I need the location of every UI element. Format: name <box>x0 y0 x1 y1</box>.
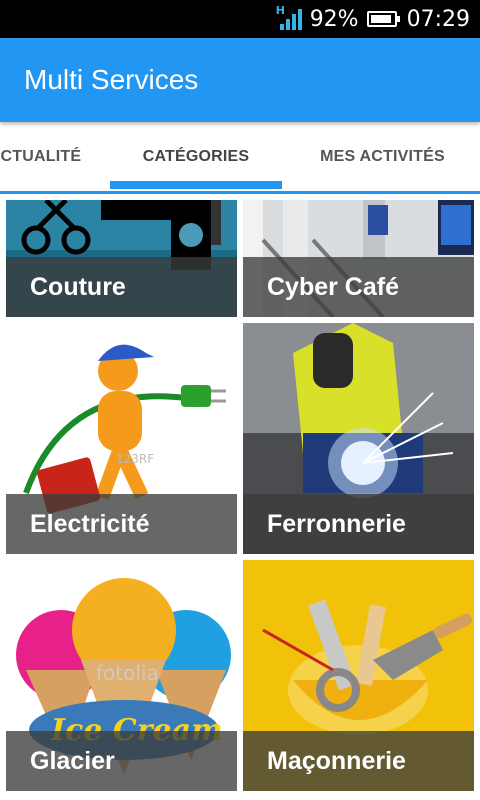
tab-mes-activites[interactable]: MES ACTIVITÉS <box>285 122 480 191</box>
glacier-watermark: fotolia <box>96 661 159 685</box>
category-label: Maçonnerie <box>267 746 406 775</box>
tab-bar: ACTUALITÉ CATÉGORIES MES ACTIVITÉS <box>0 122 480 194</box>
category-tile-electricite[interactable]: 123RF Electricité <box>6 323 237 554</box>
selected-tab-indicator <box>110 181 282 189</box>
battery-percent: 92% <box>309 6 359 32</box>
app-title: Multi Services <box>24 64 199 95</box>
category-label: Electricité <box>30 509 150 538</box>
category-tile-maconnerie[interactable]: Maçonnerie <box>243 560 474 791</box>
network-type: H <box>275 4 285 17</box>
tab-actualite[interactable]: ACTUALITÉ <box>0 122 110 191</box>
category-tile-couture[interactable]: Couture <box>6 200 237 317</box>
category-tile-glacier[interactable]: Ice Cream fotolia Glacier <box>6 560 237 791</box>
category-label: Ferronnerie <box>267 509 406 538</box>
glacier-label-band: Glacier <box>6 731 237 791</box>
couture-label-band: Couture <box>6 257 237 317</box>
category-label: Glacier <box>30 746 115 775</box>
cyber-cafe-label-band: Cyber Café <box>243 257 474 317</box>
electricite-watermark: 123RF <box>116 452 154 466</box>
status-bar: H 92% 07:29 <box>0 0 480 38</box>
category-label: Couture <box>30 272 126 301</box>
maconnerie-label-band: Maçonnerie <box>243 731 474 791</box>
category-label: Cyber Café <box>267 272 399 301</box>
ferronnerie-label-band: Ferronnerie <box>243 494 474 554</box>
clock: 07:29 <box>406 6 470 32</box>
category-tile-cyber-cafe[interactable]: Cyber Café <box>243 200 474 317</box>
app-bar: Multi Services <box>0 38 480 122</box>
battery-icon <box>366 11 400 27</box>
category-grid: Couture Cyber Café 123RF Electricité Fer… <box>0 197 480 800</box>
signal-icon: H <box>276 4 302 30</box>
electricite-label-band: Electricité <box>6 494 237 554</box>
category-tile-ferronnerie[interactable]: Ferronnerie <box>243 323 474 554</box>
